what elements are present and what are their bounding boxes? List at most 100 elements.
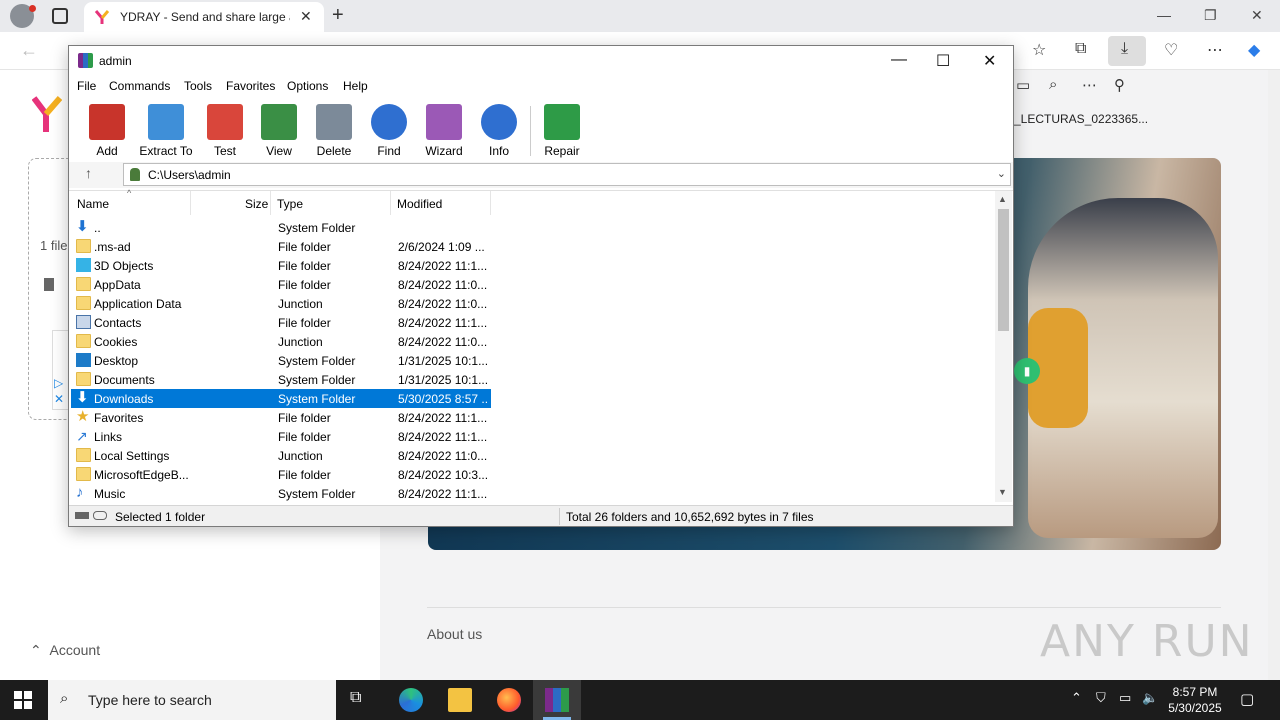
download-filename[interactable]: _LECTURAS_0223365... bbox=[1014, 112, 1148, 126]
col-divider[interactable] bbox=[490, 191, 491, 215]
ad-close-icon[interactable]: ✕ bbox=[54, 392, 64, 406]
list-item[interactable]: AppData File folder 8/24/2022 11:0... bbox=[71, 275, 491, 294]
scroll-thumb[interactable] bbox=[998, 209, 1009, 331]
trash-icon bbox=[316, 104, 352, 140]
list-item[interactable]: MicrosoftEdgeB... File folder 8/24/2022 10… bbox=[71, 465, 491, 484]
delete-button[interactable]: Delete bbox=[306, 104, 362, 158]
col-size[interactable]: Size bbox=[245, 197, 268, 211]
find-button[interactable]: Find bbox=[361, 104, 417, 158]
security-icon[interactable]: ⛉ bbox=[1096, 690, 1106, 706]
ad-info-icon[interactable]: ▷ bbox=[54, 376, 63, 390]
up-folder-icon[interactable]: ↑ bbox=[85, 165, 92, 181]
browser-minimize-button[interactable]: — bbox=[1157, 7, 1171, 23]
clock[interactable]: 8:57 PM 5/30/2025 bbox=[1162, 684, 1228, 716]
col-divider[interactable] bbox=[190, 191, 191, 215]
info-button[interactable]: Info bbox=[471, 104, 527, 158]
browser-restore-button[interactable]: ❐ bbox=[1204, 7, 1217, 24]
view-button[interactable]: View bbox=[251, 104, 307, 158]
wizard-button[interactable]: Wizard bbox=[416, 104, 472, 158]
item-type: System Folder bbox=[278, 392, 356, 406]
about-us-link[interactable]: About us bbox=[427, 626, 482, 642]
search-icon[interactable]: ⌕ bbox=[1049, 76, 1057, 93]
page-scrollbar[interactable] bbox=[1268, 70, 1280, 680]
list-item[interactable]: ↗ Links File folder 8/24/2022 11:1... bbox=[71, 427, 491, 446]
list-item[interactable]: Contacts File folder 8/24/2022 11:1... bbox=[71, 313, 491, 332]
wizard-label: Wizard bbox=[425, 144, 463, 158]
more-options-icon[interactable]: ⋯ bbox=[1082, 76, 1097, 94]
col-name[interactable]: Name bbox=[77, 197, 109, 211]
test-button[interactable]: Test bbox=[197, 104, 253, 158]
item-type: File folder bbox=[278, 468, 331, 482]
col-divider[interactable] bbox=[390, 191, 391, 215]
item-modified: 8/24/2022 11:1... bbox=[398, 487, 488, 501]
user-folder-icon bbox=[130, 168, 140, 181]
key-icon[interactable] bbox=[93, 511, 107, 520]
copilot-icon[interactable]: ◆ bbox=[1248, 40, 1260, 60]
tab-actions-icon[interactable] bbox=[52, 8, 68, 24]
list-item[interactable]: Desktop System Folder 1/31/2025 10:1... bbox=[71, 351, 491, 370]
list-item[interactable]: 3D Objects File folder 8/24/2022 11:1... bbox=[71, 256, 491, 275]
network-icon[interactable]: ▭ bbox=[1119, 690, 1131, 706]
list-scrollbar[interactable]: ▲ ▼ bbox=[995, 191, 1012, 502]
item-type: Junction bbox=[278, 297, 323, 311]
item-name: Application Data bbox=[94, 297, 182, 311]
pin-icon[interactable]: ⚲ bbox=[1114, 76, 1125, 94]
winrar-maximize-button[interactable]: ☐ bbox=[936, 51, 950, 71]
menu-file[interactable]: File bbox=[77, 79, 96, 93]
contacts-icon bbox=[76, 315, 91, 329]
menu-options[interactable]: Options bbox=[287, 79, 328, 93]
repair-button[interactable]: Repair bbox=[534, 104, 590, 158]
drive-icon[interactable] bbox=[75, 512, 89, 519]
extract-to-button[interactable]: Extract To bbox=[138, 104, 194, 158]
winrar-titlebar[interactable]: admin — ☐ ✕ bbox=[69, 46, 1013, 76]
windows-start-icon[interactable] bbox=[14, 691, 32, 709]
path-combobox[interactable]: C:\Users\admin ⌄ bbox=[123, 163, 1011, 186]
clock-date: 5/30/2025 bbox=[1168, 701, 1222, 715]
browser-essentials-icon[interactable]: ♡ bbox=[1164, 40, 1178, 60]
task-view-icon[interactable]: ⧉ bbox=[350, 689, 361, 707]
chevron-down-icon[interactable]: ⌄ bbox=[997, 167, 1006, 180]
firefox-icon[interactable] bbox=[497, 688, 521, 712]
volume-icon[interactable]: 🔈 bbox=[1142, 690, 1158, 706]
list-item[interactable]: ⬇ Downloads System Folder 5/30/2025 8:57 ..… bbox=[71, 389, 491, 408]
more-menu-icon[interactable]: ⋯ bbox=[1207, 40, 1223, 60]
file-explorer-icon[interactable] bbox=[448, 688, 472, 712]
new-tab-button[interactable]: + bbox=[332, 4, 344, 27]
list-item[interactable]: Documents System Folder 1/31/2025 10:1... bbox=[71, 370, 491, 389]
account-toggle[interactable]: ⌃ Account bbox=[30, 642, 100, 659]
list-item[interactable]: .ms-ad File folder 2/6/2024 1:09 ... bbox=[71, 237, 491, 256]
menu-tools[interactable]: Tools bbox=[184, 79, 212, 93]
scroll-down-icon[interactable]: ▼ bbox=[998, 487, 1007, 497]
item-name: .. bbox=[94, 221, 101, 235]
list-item[interactable]: ★ Favorites File folder 8/24/2022 11:1... bbox=[71, 408, 491, 427]
repair-label: Repair bbox=[544, 144, 580, 158]
list-item[interactable]: ♪ Music System Folder 8/24/2022 11:1... bbox=[71, 484, 491, 503]
folder-icon[interactable]: ▭ bbox=[1016, 76, 1030, 94]
notification-icon[interactable]: ▢ bbox=[1240, 690, 1254, 708]
col-type[interactable]: Type bbox=[277, 197, 303, 211]
edge-icon[interactable] bbox=[399, 688, 423, 712]
list-item[interactable]: Cookies Junction 8/24/2022 11:0... bbox=[71, 332, 491, 351]
chevron-up-icon[interactable]: ⌃ bbox=[1071, 690, 1082, 706]
menu-help[interactable]: Help bbox=[343, 79, 368, 93]
menu-commands[interactable]: Commands bbox=[109, 79, 170, 93]
menu-favorites[interactable]: Favorites bbox=[226, 79, 275, 93]
list-item[interactable]: ⬇.. System Folder bbox=[71, 218, 491, 237]
list-item[interactable]: Application Data Junction 8/24/2022 11:0..… bbox=[71, 294, 491, 313]
tab-close-icon[interactable]: ✕ bbox=[300, 8, 312, 25]
winrar-close-button[interactable]: ✕ bbox=[983, 51, 996, 71]
browser-tab[interactable]: YDRAY - Send and share large and ✕ bbox=[84, 2, 324, 32]
back-arrow-icon[interactable]: ← bbox=[20, 40, 38, 61]
list-item[interactable]: Local Settings Junction 8/24/2022 11:0... bbox=[71, 446, 491, 465]
col-divider[interactable] bbox=[270, 191, 271, 215]
collections-icon[interactable]: ⧉ bbox=[1075, 40, 1086, 58]
status-selection: Selected 1 folder bbox=[115, 510, 206, 524]
scroll-up-icon[interactable]: ▲ bbox=[998, 194, 1007, 204]
add-button[interactable]: Add bbox=[79, 104, 135, 158]
taskbar-search[interactable]: ⌕ Type here to search bbox=[48, 680, 336, 720]
browser-close-button[interactable]: ✕ bbox=[1251, 7, 1263, 24]
info-label: Info bbox=[488, 144, 509, 158]
favorites-star-icon[interactable]: ☆ bbox=[1032, 40, 1046, 60]
winrar-minimize-button[interactable]: — bbox=[891, 51, 907, 69]
col-modified[interactable]: Modified bbox=[397, 197, 442, 211]
